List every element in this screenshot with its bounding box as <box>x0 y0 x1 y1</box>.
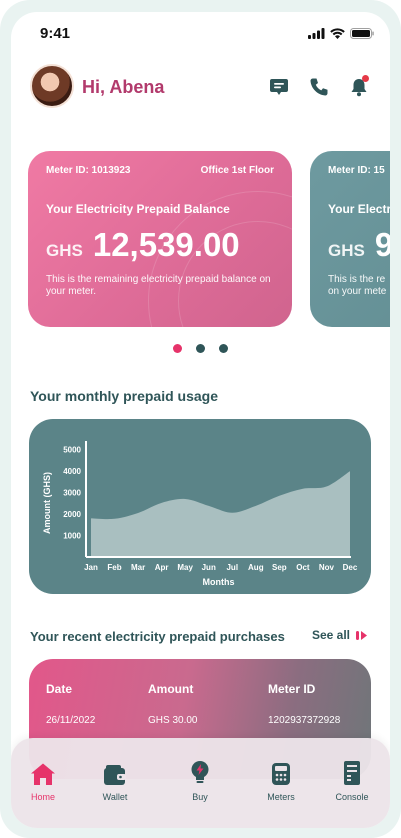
app-screen: 9:41 Hi, Abena Meter ID: 1013923 Office … <box>11 12 390 828</box>
bottom-tab-bar: Home Wallet Buy Meters Console <box>11 738 390 828</box>
greeting-text: Hi, Abena <box>82 77 165 97</box>
balance-card-next[interactable]: Meter ID: 15 Your Electri GHS 9 This is … <box>310 151 390 327</box>
balance-currency: GHS <box>46 241 83 260</box>
meter-location: Office 1st Floor <box>200 165 274 176</box>
x-tick-label: Jun <box>202 563 216 572</box>
column-header: Date <box>46 682 73 696</box>
phone-icon[interactable] <box>308 76 330 98</box>
device-frame: 9:41 Hi, Abena Meter ID: 1013923 Office … <box>0 0 401 838</box>
purchase-meter-id: 1202937372928 <box>268 715 341 726</box>
tab-label: Console <box>335 792 369 802</box>
usage-section-title: Your monthly prepaid usage <box>30 388 218 404</box>
tab-label: Home <box>30 792 55 802</box>
purchase-amount: GHS 30.00 <box>148 715 198 726</box>
y-tick-label: 2000 <box>63 510 81 519</box>
carousel-indicator <box>173 344 228 353</box>
tab-label: Buy <box>192 792 208 802</box>
tab-console[interactable]: Console <box>322 760 382 802</box>
table-row[interactable]: 26/11/2022 GHS 30.00 1202937372928 <box>46 715 356 726</box>
x-tick-label: Jan <box>84 563 98 572</box>
console-icon <box>344 761 360 785</box>
x-tick-label: Nov <box>319 563 335 572</box>
balance-description: This is the remaining electricity prepai… <box>46 274 271 297</box>
carousel-dot[interactable] <box>173 344 182 353</box>
balance-amount-row: GHS 9 <box>328 226 390 264</box>
bell-icon[interactable] <box>348 75 370 98</box>
x-tick-label: Mar <box>131 563 145 572</box>
usage-chart: 1000 2000 3000 4000 5000 Jan Feb Mar Apr May Jun Ju… <box>29 419 371 594</box>
usage-chart-svg: 1000 2000 3000 4000 5000 Jan Feb Mar Apr May Jun Ju… <box>42 441 358 587</box>
card-meta-row: Meter ID: 1013923 Office 1st Floor <box>46 165 274 176</box>
y-tick-label: 1000 <box>63 532 81 541</box>
x-tick-label: May <box>177 563 193 572</box>
x-tick-label: Apr <box>155 563 169 572</box>
usage-area-series <box>91 471 350 557</box>
y-tick-label: 4000 <box>63 467 81 476</box>
column-header: Meter ID <box>268 682 316 696</box>
column-header: Amount <box>148 682 194 696</box>
see-all-label: See all <box>311 628 350 642</box>
carousel-dot[interactable] <box>196 344 205 353</box>
x-axis-title: Months <box>203 577 235 587</box>
balance-description: This is the re on your mete <box>328 274 387 297</box>
tab-label: Wallet <box>102 792 128 802</box>
header-actions <box>268 75 370 98</box>
notification-badge <box>362 75 369 82</box>
y-tick-label: 5000 <box>63 446 81 455</box>
x-tick-label: Oct <box>296 563 310 572</box>
carousel-dot[interactable] <box>219 344 228 353</box>
tab-home[interactable]: Home <box>13 760 73 802</box>
purchase-date: 26/11/2022 <box>46 715 96 726</box>
x-tick-label: Sep <box>272 563 287 572</box>
see-all-link[interactable]: See all <box>312 628 368 642</box>
balance-carousel[interactable]: Meter ID: 1013923 Office 1st Floor Your … <box>28 151 390 329</box>
x-tick-label: Aug <box>248 563 264 572</box>
balance-card[interactable]: Meter ID: 1013923 Office 1st Floor Your … <box>28 151 292 327</box>
arrow-right-icon <box>356 630 367 640</box>
meter-id: Meter ID: 1013923 <box>46 165 131 176</box>
y-tick-label: 3000 <box>63 489 81 498</box>
tab-buy[interactable]: Buy <box>170 760 230 802</box>
signal-icon <box>308 28 325 39</box>
status-icons <box>308 28 374 39</box>
status-bar: 9:41 <box>11 12 390 56</box>
purchases-header-row: Date Amount Meter ID <box>46 682 356 696</box>
purchases-section-title: Your recent electricity prepaid purchase… <box>30 629 285 644</box>
card-meta-row: Meter ID: 15 <box>328 165 390 176</box>
battery-icon <box>350 28 374 39</box>
wifi-icon <box>330 28 345 39</box>
y-axis-title: Amount (GHS) <box>42 472 52 534</box>
home-icon <box>31 763 55 785</box>
x-tick-label: Dec <box>343 563 358 572</box>
x-tick-label: Jul <box>226 563 238 572</box>
avatar[interactable] <box>30 64 74 108</box>
bulb-icon <box>191 761 209 783</box>
message-icon[interactable] <box>268 76 290 98</box>
balance-amount: 9 <box>374 226 390 263</box>
tab-wallet[interactable]: Wallet <box>85 760 145 802</box>
x-tick-label: Feb <box>107 563 121 572</box>
wallet-icon <box>104 765 126 785</box>
meter-icon <box>272 763 290 785</box>
app-header: Hi, Abena <box>30 64 370 110</box>
meter-id: Meter ID: 15 <box>328 165 385 176</box>
status-time: 9:41 <box>40 25 71 42</box>
balance-currency: GHS <box>328 241 365 260</box>
tab-meters[interactable]: Meters <box>251 760 311 802</box>
balance-title: Your Electri <box>328 202 390 216</box>
tab-label: Meters <box>267 792 295 802</box>
